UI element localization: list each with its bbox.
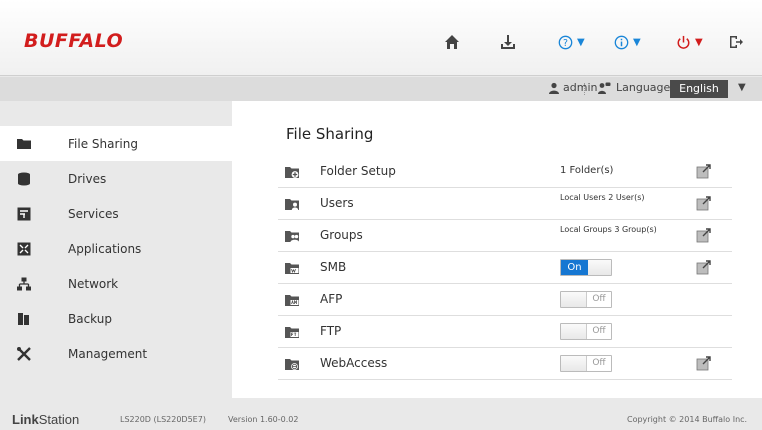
row-label: Users xyxy=(320,196,354,210)
edit-icon[interactable] xyxy=(696,227,712,243)
sidebar-item-drives[interactable]: Drives xyxy=(0,161,232,196)
toggle-off-label: Off xyxy=(586,356,611,371)
logout-button[interactable] xyxy=(728,32,744,52)
table-row: SMB On xyxy=(278,252,732,284)
smb-icon xyxy=(285,263,299,274)
row-label: Groups xyxy=(320,228,363,242)
webaccess-toggle[interactable]: Off xyxy=(560,355,612,372)
toggle-off-label: Off xyxy=(586,292,611,307)
afp-icon xyxy=(285,295,299,306)
services-icon xyxy=(17,207,31,221)
sidebar-item-management[interactable]: Management xyxy=(0,336,232,371)
chevron-down-icon[interactable]: ▼ xyxy=(738,82,746,93)
divider xyxy=(584,83,585,95)
sidebar-item-network[interactable]: Network xyxy=(0,266,232,301)
power-menu-button[interactable]: ▼ xyxy=(676,32,703,52)
username-label: admin xyxy=(563,81,598,94)
sidebar-item-label: Management xyxy=(68,346,148,361)
model-label: LS220D (LS220D5E7) xyxy=(120,415,206,424)
management-icon xyxy=(17,347,31,361)
svg-text:?: ? xyxy=(563,37,568,48)
sidebar-item-label: Backup xyxy=(68,311,112,326)
drive-icon xyxy=(18,172,30,186)
row-label: FTP xyxy=(320,324,342,338)
home-button[interactable] xyxy=(444,32,460,52)
version-label: Version 1.60-0.02 xyxy=(228,415,299,424)
user-icon xyxy=(549,82,559,94)
afp-toggle[interactable]: Off xyxy=(560,291,612,308)
row-label: SMB xyxy=(320,260,347,274)
download-icon xyxy=(501,35,515,49)
ftp-icon xyxy=(285,327,299,338)
sidebar: File Sharing Drives Services Application… xyxy=(0,126,232,371)
row-value: Local Groups 3 Group(s) xyxy=(560,225,657,234)
table-row: Groups Local Groups 3 Group(s) xyxy=(278,220,732,252)
chevron-down-icon: ▼ xyxy=(633,36,641,48)
edit-icon[interactable] xyxy=(696,355,712,371)
network-icon xyxy=(17,277,31,291)
toggle-on-label: On xyxy=(561,260,588,275)
language-select[interactable]: English xyxy=(670,80,728,98)
sidebar-item-label: Services xyxy=(68,206,119,221)
buffalo-logo: BUFFALO xyxy=(24,30,124,52)
table-row: WebAccess Off xyxy=(278,348,732,380)
table-row: FTP Off xyxy=(278,316,732,348)
main-panel: File Sharing Folder Setup 1 Folder(s) Us… xyxy=(232,101,762,398)
copyright-label: Copyright © 2014 Buffalo Inc. xyxy=(627,415,748,424)
folder-icon xyxy=(17,139,31,149)
help-menu-button[interactable]: ? ▼ xyxy=(558,32,585,52)
sidebar-item-file-sharing[interactable]: File Sharing xyxy=(0,126,232,161)
row-label: WebAccess xyxy=(320,356,388,370)
table-row: Users Local Users 2 User(s) xyxy=(278,188,732,220)
row-value: 1 Folder(s) xyxy=(560,165,614,176)
brand-bold: Link xyxy=(12,412,39,427)
groups-icon xyxy=(285,231,299,242)
webaccess-icon xyxy=(285,359,299,370)
sidebar-item-label: File Sharing xyxy=(68,136,138,151)
edit-icon[interactable] xyxy=(696,163,712,179)
product-brand: LinkStation xyxy=(12,412,79,427)
info-menu-button[interactable]: ▼ xyxy=(614,32,641,52)
backup-icon xyxy=(18,313,29,325)
table-row: AFP Off xyxy=(278,284,732,316)
sidebar-item-label: Applications xyxy=(68,241,142,256)
page-title: File Sharing xyxy=(286,125,374,143)
language-label: Language xyxy=(616,81,671,94)
applications-icon xyxy=(17,242,31,256)
edit-icon[interactable] xyxy=(696,259,712,275)
sidebar-item-applications[interactable]: Applications xyxy=(0,231,232,266)
info-icon xyxy=(614,35,629,49)
toggle-off-label: Off xyxy=(586,324,611,339)
sidebar-item-label: Drives xyxy=(68,171,107,186)
language-icon xyxy=(598,82,611,94)
chevron-down-icon: ▼ xyxy=(577,36,585,48)
row-label: AFP xyxy=(320,292,343,306)
logout-icon xyxy=(730,36,743,48)
row-label: Folder Setup xyxy=(320,164,396,178)
edit-icon[interactable] xyxy=(696,195,712,211)
table-row: Folder Setup 1 Folder(s) xyxy=(278,156,732,188)
download-button[interactable] xyxy=(500,32,516,52)
user-menu[interactable]: admin xyxy=(548,81,597,94)
help-icon: ? xyxy=(558,35,573,49)
language-label-group: Language xyxy=(598,81,670,94)
sidebar-item-services[interactable]: Services xyxy=(0,196,232,231)
header: BUFFALO ? ▼ ▼ ▼ xyxy=(0,0,762,76)
chevron-down-icon: ▼ xyxy=(695,36,703,48)
sidebar-item-label: Network xyxy=(68,276,119,291)
brand-rest: Station xyxy=(38,412,80,427)
user-bar: admin Language English ▼ xyxy=(0,77,762,101)
sidebar-item-backup[interactable]: Backup xyxy=(0,301,232,336)
ftp-toggle[interactable]: Off xyxy=(560,323,612,340)
smb-toggle[interactable]: On xyxy=(560,259,612,276)
folder-add-icon xyxy=(285,167,299,178)
home-icon xyxy=(445,35,459,49)
footer: LinkStation LS220D (LS220D5E7) Version 1… xyxy=(0,398,762,430)
power-icon xyxy=(677,35,690,49)
row-value: Local Users 2 User(s) xyxy=(560,193,645,202)
users-icon xyxy=(285,199,299,210)
